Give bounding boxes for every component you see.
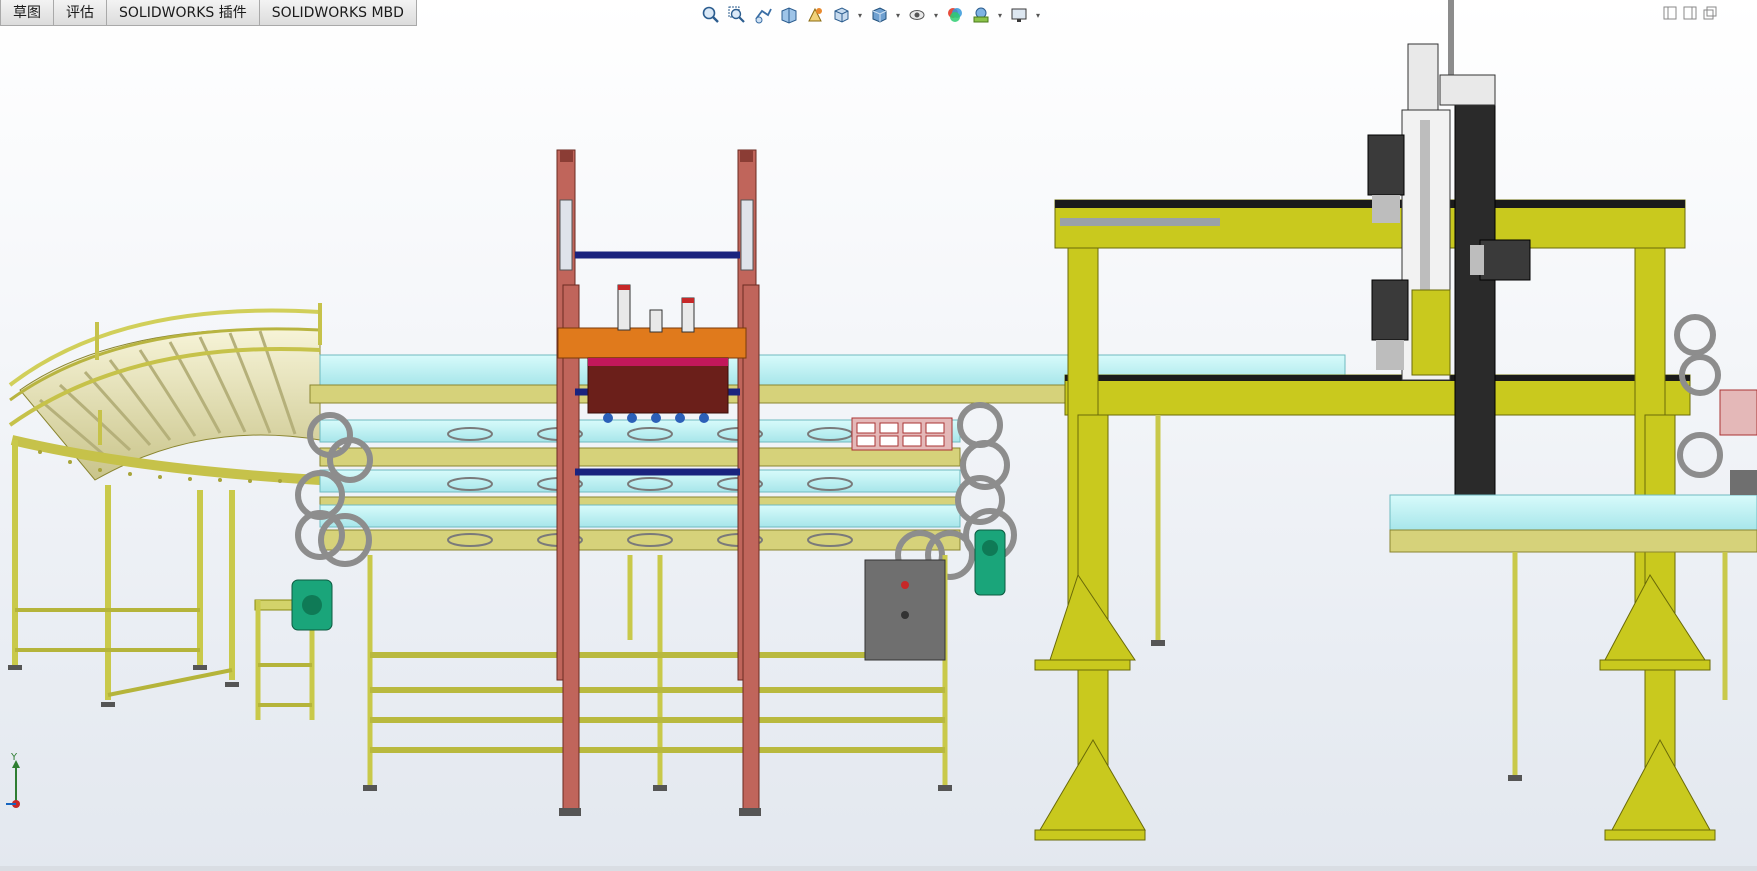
edit-appearance-icon[interactable]: [944, 4, 966, 26]
tile-right-icon[interactable]: [1683, 6, 1697, 20]
tab-evaluate[interactable]: 评估: [53, 0, 107, 26]
apply-scene-dropdown-icon[interactable]: ▾: [996, 4, 1004, 26]
curved-roller-conveyor: [8, 303, 322, 707]
zoom-to-area-icon[interactable]: [726, 4, 748, 26]
display-style-dropdown-icon[interactable]: ▾: [894, 4, 902, 26]
view-orientation-dropdown-icon[interactable]: ▾: [856, 4, 864, 26]
tab-solidworks-mbd[interactable]: SOLIDWORKS MBD: [258, 0, 417, 26]
zoom-to-fit-icon[interactable]: [700, 4, 722, 26]
apply-scene-icon[interactable]: [970, 4, 992, 26]
triad-y-label: Y: [10, 752, 18, 763]
multi-lane-conveyor: [295, 354, 1346, 791]
command-manager-tabs: 草图 评估 SOLIDWORKS 插件 SOLIDWORKS MBD: [0, 0, 417, 26]
restore-window-icon[interactable]: [1703, 6, 1717, 20]
graphics-area-assembly-model[interactable]: [0, 0, 1757, 871]
product-tray: [851, 417, 953, 451]
hide-show-items-icon[interactable]: [906, 4, 928, 26]
tile-left-icon[interactable]: [1663, 6, 1677, 20]
previous-view-icon[interactable]: [752, 4, 774, 26]
viewport-controls: [1663, 6, 1717, 20]
motor-stand-left: [254, 579, 333, 720]
viewport-bottom-edge: [0, 866, 1757, 871]
view-settings-icon[interactable]: [1008, 4, 1030, 26]
dynamic-annotation-icon[interactable]: [804, 4, 826, 26]
display-style-icon[interactable]: [868, 4, 890, 26]
coordinate-triad: Y: [6, 752, 20, 808]
hide-show-dropdown-icon[interactable]: ▾: [932, 4, 940, 26]
tab-sketch[interactable]: 草图: [0, 0, 54, 26]
view-orientation-icon[interactable]: [830, 4, 852, 26]
view-settings-dropdown-icon[interactable]: ▾: [1034, 4, 1042, 26]
heads-up-view-toolbar: ▾ ▾ ▾ ▾ ▾: [700, 2, 1042, 28]
section-view-icon[interactable]: [778, 4, 800, 26]
tab-solidworks-addins[interactable]: SOLIDWORKS 插件: [106, 0, 260, 26]
